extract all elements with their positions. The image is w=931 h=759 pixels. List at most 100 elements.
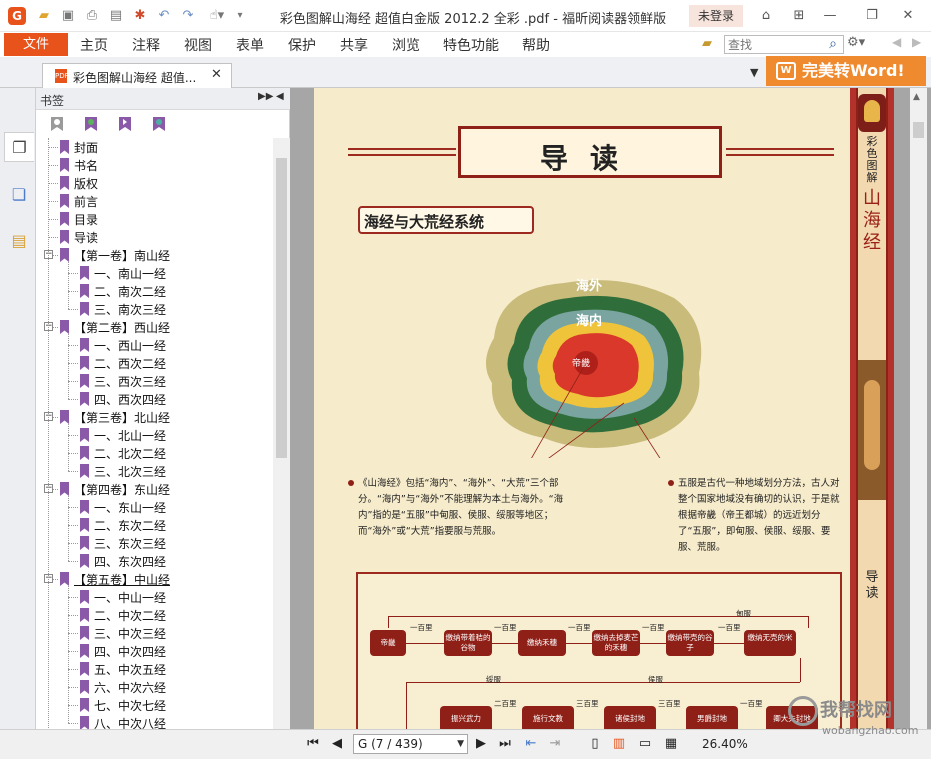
document-scrollbar[interactable]: ▲ — [910, 88, 927, 729]
previous-view-icon[interactable]: ⇤ — [522, 735, 540, 753]
menu-view[interactable]: 视图 — [184, 35, 212, 55]
customize-toolbar-icon[interactable]: ▾ — [232, 8, 248, 24]
bookmark-subitem[interactable]: 一、中山一经 — [36, 588, 272, 606]
bookmark-scrollbar-thumb[interactable] — [276, 158, 287, 458]
bookmark-scrollbar[interactable] — [273, 138, 290, 729]
bookmark-item[interactable]: 导读 — [36, 228, 272, 246]
single-page-view-icon[interactable]: ▯ — [586, 735, 604, 753]
bookmark-item[interactable]: 前言 — [36, 192, 272, 210]
print-icon[interactable]: ⎙ — [84, 8, 100, 24]
next-view-icon[interactable]: ⇥ — [546, 735, 564, 753]
bookmark-subitem[interactable]: 三、北次三经 — [36, 462, 272, 480]
bookmark-subitem[interactable]: 二、北次二经 — [36, 444, 272, 462]
panel-collapse-icon[interactable]: ◀ — [276, 91, 284, 102]
minimize-icon[interactable]: — — [820, 6, 840, 26]
bookmark-subitem[interactable]: 八、中次八经 — [36, 714, 272, 729]
bookmark-subitem[interactable]: 七、中次七经 — [36, 696, 272, 714]
bookmark-item[interactable]: 目录 — [36, 210, 272, 228]
page-side-band-inner: 彩色图解 山海经 导读 — [856, 88, 888, 729]
bookmark-item[interactable]: − 【第五卷】中山经 — [36, 570, 272, 588]
bookmark-item[interactable]: − 【第二卷】西山经 — [36, 318, 272, 336]
convert-to-word-button[interactable]: W 完美转Word! — [766, 56, 926, 86]
bookmark-subitem[interactable]: 三、东次三经 — [36, 534, 272, 552]
last-page-icon[interactable]: ⏭ — [496, 735, 514, 753]
next-page-icon[interactable]: ▶ — [472, 735, 490, 753]
bookmark-item[interactable]: − 【第一卷】南山经 — [36, 246, 272, 264]
forward-arrow-icon[interactable]: ▶ — [912, 35, 926, 53]
close-icon[interactable]: ✕ — [898, 6, 918, 26]
document-view[interactable]: 彩色图解 山海经 导读 导读 海经与大荒经系统 海外 海内 帝畿 《山海经》包括… — [290, 88, 931, 729]
bookmark-subitem[interactable]: 二、南次二经 — [36, 282, 272, 300]
comments-panel-icon[interactable]: ▤ — [4, 226, 34, 256]
back-arrow-icon[interactable]: ◀ — [892, 35, 906, 53]
bookmark-subitem[interactable]: 五、中次五经 — [36, 660, 272, 678]
redo-icon[interactable]: ↷ — [180, 8, 196, 24]
document-tab[interactable]: PDF 彩色图解山海经 超值... ✕ — [42, 63, 232, 88]
find-bookmark-icon[interactable] — [152, 116, 166, 132]
restore-icon[interactable]: ❐ — [862, 6, 882, 26]
menu-browse[interactable]: 浏览 — [392, 35, 420, 55]
flow-group-label: 绥服 — [486, 675, 501, 684]
bookmark-item[interactable]: − 【第三卷】北山经 — [36, 408, 272, 426]
menu-features[interactable]: 特色功能 — [443, 35, 499, 55]
bookmark-subitem[interactable]: 四、东次四经 — [36, 552, 272, 570]
menu-file[interactable]: 文件 — [4, 33, 68, 56]
bookmark-subitem[interactable]: 二、中次二经 — [36, 606, 272, 624]
chevron-down-icon[interactable]: ▼ — [457, 735, 464, 753]
new-document-icon[interactable]: ✱ — [132, 8, 148, 24]
scan-icon[interactable]: ▤ — [108, 8, 124, 24]
bookmark-item[interactable]: − 【第四卷】东山经 — [36, 480, 272, 498]
undo-icon[interactable]: ↶ — [156, 8, 172, 24]
bookmark-subitem[interactable]: 四、中次四经 — [36, 642, 272, 660]
bookmark-subitem[interactable]: 一、西山一经 — [36, 336, 272, 354]
first-page-icon[interactable]: ⏮ — [304, 735, 322, 753]
continuous-facing-view-icon[interactable]: ▦ — [662, 735, 680, 753]
menu-home[interactable]: 主页 — [80, 35, 108, 55]
panel-expand-icon[interactable]: ▶▶ — [258, 91, 273, 102]
continuous-view-icon[interactable]: ▥ — [610, 735, 628, 753]
bookmark-subitem[interactable]: 六、中次六经 — [36, 678, 272, 696]
gear-icon[interactable]: ⚙▾ — [847, 35, 873, 53]
bookmark-subitem[interactable]: 三、中次三经 — [36, 624, 272, 642]
document-scrollbar-thumb[interactable] — [913, 122, 924, 138]
login-button[interactable]: 未登录 — [689, 5, 743, 27]
search-icon[interactable]: ⌕ — [824, 35, 842, 53]
add-bookmark-icon[interactable] — [84, 116, 98, 132]
folder-search-icon[interactable]: ▰ — [702, 36, 720, 52]
bookmark-subitem[interactable]: 三、西次三经 — [36, 372, 272, 390]
bookmark-item[interactable]: 书名 — [36, 156, 272, 174]
menu-form[interactable]: 表单 — [236, 35, 264, 55]
bookmark-subitem[interactable]: 四、西次四经 — [36, 390, 272, 408]
foxit-logo-icon[interactable]: G — [8, 7, 26, 25]
hand-tool-icon[interactable]: ☝▾ — [204, 8, 230, 24]
flow-connector — [808, 616, 809, 628]
open-folder-icon[interactable]: ▰ — [36, 8, 52, 24]
save-icon[interactable]: ▣ — [60, 8, 76, 24]
bookmark-subitem[interactable]: 二、西次二经 — [36, 354, 272, 372]
bookmark-subitem[interactable]: 一、南山一经 — [36, 264, 272, 282]
bookmark-subitem[interactable]: 一、东山一经 — [36, 498, 272, 516]
bookmark-subitem[interactable]: 二、东次二经 — [36, 516, 272, 534]
scroll-up-arrow-icon[interactable]: ▲ — [913, 92, 920, 102]
delete-bookmark-icon[interactable] — [50, 116, 64, 132]
page-thumbnails-icon[interactable]: ❏ — [4, 180, 34, 210]
tab-close-icon[interactable]: ✕ — [211, 67, 227, 82]
bookmark-subitem[interactable]: 三、南次三经 — [36, 300, 272, 318]
bookmark-item[interactable]: 版权 — [36, 174, 272, 192]
zoom-level[interactable]: 26.40% — [702, 737, 748, 751]
shirt-skin-icon[interactable]: ⌂ — [756, 6, 776, 26]
menu-comment[interactable]: 注释 — [132, 35, 160, 55]
menu-help[interactable]: 帮助 — [522, 35, 550, 55]
tab-list-dropdown-icon[interactable]: ▼ — [750, 66, 762, 79]
previous-page-icon[interactable]: ◀ — [328, 735, 346, 753]
bookmark-subitem[interactable]: 一、北山一经 — [36, 426, 272, 444]
page-number-select[interactable]: G (7 / 439) ▼ — [353, 734, 468, 754]
expand-bookmark-icon[interactable] — [118, 116, 132, 132]
facing-view-icon[interactable]: ▭ — [636, 735, 654, 753]
menu-share[interactable]: 共享 — [340, 35, 368, 55]
menu-protect[interactable]: 保护 — [288, 35, 316, 55]
bookmark-panel-icon[interactable]: ❐ — [4, 132, 34, 162]
five-zones-map — [485, 280, 702, 458]
bookmark-item[interactable]: 封面 — [36, 138, 272, 156]
grid-view-icon[interactable]: ⊞ — [789, 6, 809, 26]
